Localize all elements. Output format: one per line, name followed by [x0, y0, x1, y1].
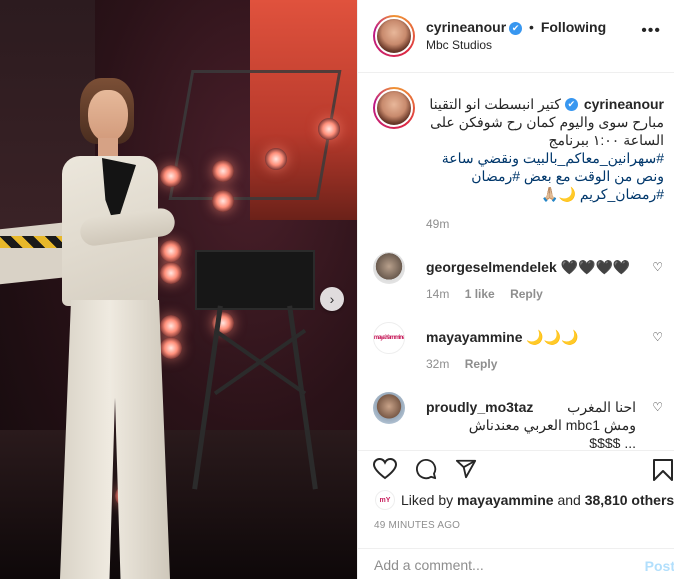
- comment-text: mayayammine 🌙🌙🌙: [426, 328, 636, 346]
- post-timestamp[interactable]: 49 MINUTES AGO: [374, 520, 460, 531]
- caption-line: كتير انبسطت انو التقينا: [429, 96, 561, 112]
- like-comment-heart-icon[interactable]: ♡: [652, 260, 663, 274]
- caption-hashtag-line[interactable]: #سهرانين_معاكم_بالبيت ونقضي ساعة: [442, 150, 664, 166]
- share-icon[interactable]: [454, 458, 478, 480]
- caption-username[interactable]: cyrineanour: [584, 95, 664, 113]
- likes-summary: mY Liked by mayayammine and 38,810 other…: [358, 486, 674, 516]
- comment-icon[interactable]: [414, 458, 438, 480]
- likes-count[interactable]: 38,810 others: [585, 492, 674, 508]
- comment-text: georgeselmendelek 🖤🖤🖤🖤: [426, 258, 636, 276]
- comment-body: 🖤🖤🖤🖤: [560, 259, 631, 275]
- comment-meta: 14m 1 like Reply: [426, 287, 555, 301]
- like-heart-icon[interactable]: [373, 458, 397, 480]
- commenter-avatar-logo-text: mayaYammine: [373, 335, 405, 341]
- likes-and: and: [557, 492, 581, 508]
- stage-light: [318, 118, 340, 140]
- like-comment-heart-icon[interactable]: ♡: [652, 400, 663, 414]
- caption-line: الساعة ١:٠٠ ببرنامج: [548, 132, 664, 148]
- comment-body: 🌙🌙🌙: [526, 329, 579, 345]
- verified-badge-icon: ✔: [509, 22, 523, 35]
- bookmark-icon[interactable]: [652, 458, 674, 482]
- post-details-panel: cyrineanour ✔ • Following Mbc Studios •••…: [357, 0, 674, 579]
- comment-likes[interactable]: 1 like: [465, 287, 495, 301]
- comment-body-line: ومش mbc1 العربي معندناش: [468, 417, 636, 433]
- comment-time: 14m: [426, 287, 450, 301]
- caption-line: مبارح سوى واليوم كمان رح شوفكن على: [430, 114, 664, 130]
- liker-username[interactable]: mayayammine: [457, 492, 554, 508]
- woman-in-white-suit: [50, 78, 200, 579]
- commenter-username[interactable]: mayayammine: [426, 329, 523, 345]
- liker-avatar[interactable]: mY: [375, 490, 395, 510]
- comment-body-line: ... $$$$: [589, 435, 636, 448]
- caption-hashtag-line[interactable]: #رمضان_كريم 🌙🙏🏼: [541, 186, 664, 202]
- commenter-avatar[interactable]: mayaYammine: [373, 322, 405, 354]
- caption-text: cyrineanour ✔ كتير انبسطت انو التقينا مبا…: [426, 95, 664, 203]
- post-header: cyrineanour ✔ • Following Mbc Studios •••: [358, 0, 674, 73]
- comment: proudly_mo3taz احنا المغرب ومش mbc1 العر…: [358, 392, 674, 448]
- commenter-username[interactable]: georgeselmendelek: [426, 259, 557, 275]
- comment-time: 32m: [426, 357, 450, 371]
- verified-badge-icon: ✔: [564, 98, 578, 111]
- likes-text: Liked by mayayammine and 38,810 others: [401, 492, 674, 508]
- commenter-username[interactable]: proudly_mo3taz: [426, 399, 533, 415]
- comment-meta: 32m Reply: [426, 357, 509, 371]
- reply-button[interactable]: Reply: [465, 357, 498, 371]
- add-comment-bar: Post: [358, 548, 674, 579]
- commenter-avatar[interactable]: [373, 252, 405, 284]
- likes-prefix: Liked by: [401, 492, 454, 508]
- post-location[interactable]: Mbc Studios: [426, 38, 492, 52]
- post-photo[interactable]: ›: [0, 0, 357, 579]
- liker-avatar-logo: mY: [379, 496, 391, 504]
- separator-dot: •: [529, 19, 534, 35]
- comment-text: proudly_mo3taz احنا المغرب ومش mbc1 العر…: [426, 398, 636, 448]
- add-comment-input[interactable]: [374, 557, 624, 573]
- directors-chair: [192, 250, 325, 490]
- stage-light: [265, 148, 287, 170]
- next-photo-icon[interactable]: ›: [320, 287, 344, 311]
- comment-body-line: احنا المغرب: [567, 399, 636, 415]
- post-comment-button[interactable]: Post: [645, 558, 674, 574]
- more-options-icon[interactable]: •••: [641, 22, 661, 40]
- commenter-avatar[interactable]: [373, 392, 405, 424]
- stage-light: [212, 160, 234, 182]
- caption-timestamp: 49m: [426, 217, 450, 231]
- caption-hashtag-line[interactable]: ونص من الوقت مع بعض #رمضان: [471, 168, 664, 184]
- reply-button[interactable]: Reply: [510, 287, 543, 301]
- author-username[interactable]: cyrineanour: [426, 19, 506, 35]
- stage-light: [212, 190, 234, 212]
- caption-author-avatar[interactable]: [373, 87, 415, 129]
- following-button[interactable]: Following: [541, 19, 606, 35]
- author-avatar[interactable]: [373, 15, 415, 57]
- like-comment-heart-icon[interactable]: ♡: [652, 330, 663, 344]
- post-actions-bar: [358, 450, 674, 485]
